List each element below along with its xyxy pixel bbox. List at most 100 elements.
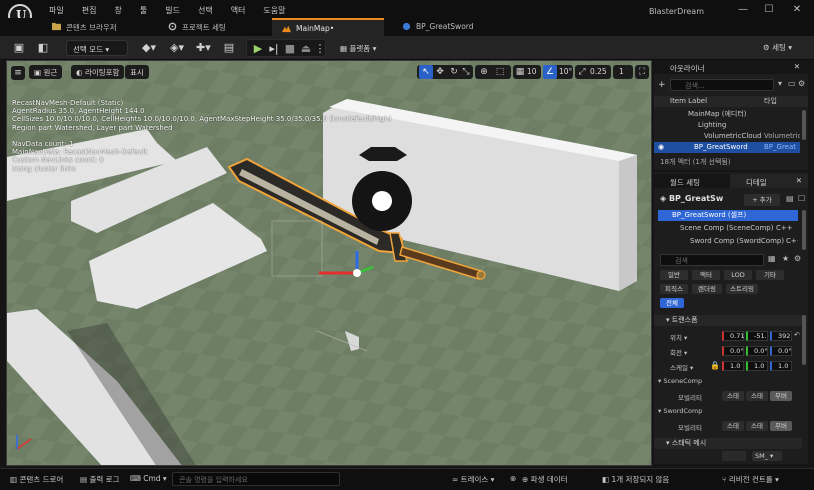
- world-icon[interactable]: ⊕: [477, 65, 491, 79]
- menu-item[interactable]: 액터: [222, 5, 255, 16]
- surface-snap-icon[interactable]: ⬚: [493, 65, 507, 79]
- scene-comp-section[interactable]: ▾ SceneComp: [658, 377, 702, 385]
- transform-section[interactable]: ▾ 트랜스폼: [654, 315, 802, 326]
- details-search[interactable]: 검색: [660, 254, 764, 266]
- mobility-movable[interactable]: 무버: [770, 391, 792, 401]
- rotation-z[interactable]: 0.0°: [770, 346, 792, 356]
- mobility-stationary[interactable]: 스태: [746, 421, 768, 431]
- scale-z[interactable]: 1.0: [770, 361, 792, 371]
- tab-content-browser[interactable]: 콘텐츠 브라우저: [42, 18, 127, 36]
- scale-dropdown[interactable]: 스케일 ▾: [670, 362, 693, 372]
- filter-streaming[interactable]: 스트리밍: [726, 284, 758, 294]
- content-icon[interactable]: ◧: [36, 41, 50, 55]
- filter-misc[interactable]: 기타: [756, 270, 784, 280]
- show-button[interactable]: 표시: [125, 65, 149, 79]
- rotation-y[interactable]: 0.0°: [746, 346, 768, 356]
- minimize-icon[interactable]: —: [734, 4, 752, 16]
- menu-item[interactable]: 도움말: [254, 5, 294, 16]
- tab-main-map[interactable]: MainMap•: [272, 18, 384, 36]
- menu-item[interactable]: 빌드: [156, 5, 189, 16]
- close-icon[interactable]: ✕: [796, 176, 802, 185]
- level-viewport[interactable]: ≡ ▣ 원근 ◐ 라이팅포함 표시 ↖ ✥ ↻ ⤡ ⊕ ⬚ ▦ 10 ∠ 10°…: [6, 60, 652, 466]
- mesh-dropdown[interactable]: SM_ ▾: [752, 451, 782, 461]
- menu-item[interactable]: 편집: [73, 5, 106, 16]
- outliner-scrollbar[interactable]: [802, 110, 806, 140]
- component-item[interactable]: Sword Comp (SwordComp)C++: [658, 236, 798, 247]
- filter-general[interactable]: 일반: [660, 270, 688, 280]
- mobility-movable[interactable]: 무버: [770, 421, 792, 431]
- cinematics-icon[interactable]: ✚▾: [196, 41, 211, 55]
- location-x[interactable]: 0.71: [722, 331, 744, 341]
- cmd-dropdown[interactable]: ⌨ Cmd ▾: [130, 474, 167, 483]
- list-item[interactable]: VolumetricCloud Volumetric: [654, 131, 800, 142]
- step-icon[interactable]: ▸|: [267, 42, 281, 56]
- close-icon[interactable]: ✕: [794, 62, 800, 71]
- tab-bp-greatsword[interactable]: BP_GreatSword: [392, 18, 484, 36]
- sword-comp-section[interactable]: ▾ SwordComp: [658, 407, 702, 415]
- list-item-selected[interactable]: ◉ BP_GreatSword BP_Great: [654, 142, 800, 153]
- blueprint-icon[interactable]: ▤: [786, 194, 794, 203]
- location-y[interactable]: -51.: [746, 331, 768, 341]
- play-icon[interactable]: ▶: [251, 42, 265, 56]
- static-mesh-section[interactable]: ▾ 스태틱 메시: [654, 438, 802, 449]
- mobility-static[interactable]: 스태: [722, 421, 744, 431]
- pin-icon[interactable]: ☐: [798, 194, 805, 203]
- play-options-icon[interactable]: ⋮: [313, 42, 327, 56]
- details-settings-icon[interactable]: ⚙: [794, 254, 801, 263]
- scale-tool-icon[interactable]: ⤡: [459, 65, 473, 79]
- add-actor-icon[interactable]: ◆▾: [142, 41, 156, 55]
- filter-rendering[interactable]: 렌더링: [692, 284, 722, 294]
- visibility-eye-icon[interactable]: ◉: [658, 142, 664, 153]
- add-component-button[interactable]: + 추가: [744, 194, 780, 206]
- clapper-icon[interactable]: ▤: [222, 41, 236, 55]
- filter-lod[interactable]: LOD: [724, 270, 752, 280]
- trace-button[interactable]: ≈ 트레이스 ▾: [452, 474, 494, 485]
- filter-icon[interactable]: ▾: [778, 79, 782, 88]
- list-item[interactable]: MainMap (에디터): [654, 109, 800, 120]
- maximize-icon[interactable]: ☐: [760, 4, 778, 16]
- menu-item[interactable]: 파일: [40, 5, 73, 16]
- mesh-thumbnail[interactable]: [722, 451, 746, 461]
- stop-icon[interactable]: ■: [283, 42, 297, 56]
- move-tool-icon[interactable]: ✥: [433, 65, 447, 79]
- close-icon[interactable]: ✕: [788, 4, 806, 16]
- viewport-menu-icon[interactable]: ≡: [11, 66, 25, 80]
- mobility-static[interactable]: 스태: [722, 391, 744, 401]
- platforms-menu[interactable]: ▦ 플랫폼 ▾: [340, 43, 376, 54]
- outliner-settings-icon[interactable]: ⚙: [798, 79, 805, 88]
- scale-y[interactable]: 1.0: [746, 361, 768, 371]
- rotation-dropdown[interactable]: 회전 ▾: [670, 347, 687, 357]
- filter-all[interactable]: 전체: [660, 298, 684, 308]
- maximize-viewport[interactable]: ⛶: [635, 65, 649, 79]
- settings-menu[interactable]: ⚙ 세팅 ▾: [763, 42, 792, 53]
- select-tool-icon[interactable]: ↖: [419, 65, 433, 79]
- list-item[interactable]: Lighting: [654, 120, 800, 131]
- outliner-search[interactable]: 검색...: [670, 79, 774, 91]
- output-log-button[interactable]: ▤ 출력 로그: [80, 474, 119, 485]
- location-z[interactable]: 392: [770, 331, 792, 341]
- scale-x[interactable]: 1.0: [722, 361, 744, 371]
- outliner-tab[interactable]: 아웃라이너 ✕: [654, 60, 808, 74]
- components-scrollbar[interactable]: [802, 210, 806, 250]
- add-icon[interactable]: +: [658, 80, 668, 90]
- unsaved-button[interactable]: ◧ 1개 저장되지 않음: [602, 474, 669, 485]
- details-scrollbar[interactable]: [802, 315, 806, 365]
- filter-actor[interactable]: 액터: [692, 270, 720, 280]
- content-drawer-button[interactable]: ▥ 콘텐츠 드로어: [10, 474, 63, 485]
- rotation-x[interactable]: 0.0°: [722, 346, 744, 356]
- menu-item[interactable]: 선택: [189, 5, 222, 16]
- rotation-snap[interactable]: ∠ 10°: [543, 65, 573, 79]
- lock-icon[interactable]: 🔒: [710, 361, 720, 370]
- component-root[interactable]: BP_GreatSword (셀프): [658, 210, 798, 221]
- mobility-stationary[interactable]: 스태: [746, 391, 768, 401]
- world-settings-tab[interactable]: 월드 세팅: [654, 174, 730, 188]
- blueprint-menu-icon[interactable]: ◈▾: [170, 41, 184, 55]
- lit-mode-button[interactable]: ◐ 라이팅포함: [71, 65, 125, 79]
- details-tab[interactable]: 디테일 ✕: [730, 174, 808, 188]
- scale-snap[interactable]: ⤢ 0.25: [575, 65, 611, 79]
- star-icon[interactable]: ★: [782, 254, 789, 263]
- perspective-button[interactable]: ▣ 원근: [29, 65, 63, 79]
- derived-data-button[interactable]: ⊕ 파생 데이터: [522, 474, 568, 485]
- grid-view-icon[interactable]: ▦: [768, 254, 776, 263]
- menu-item[interactable]: 툴: [131, 5, 156, 16]
